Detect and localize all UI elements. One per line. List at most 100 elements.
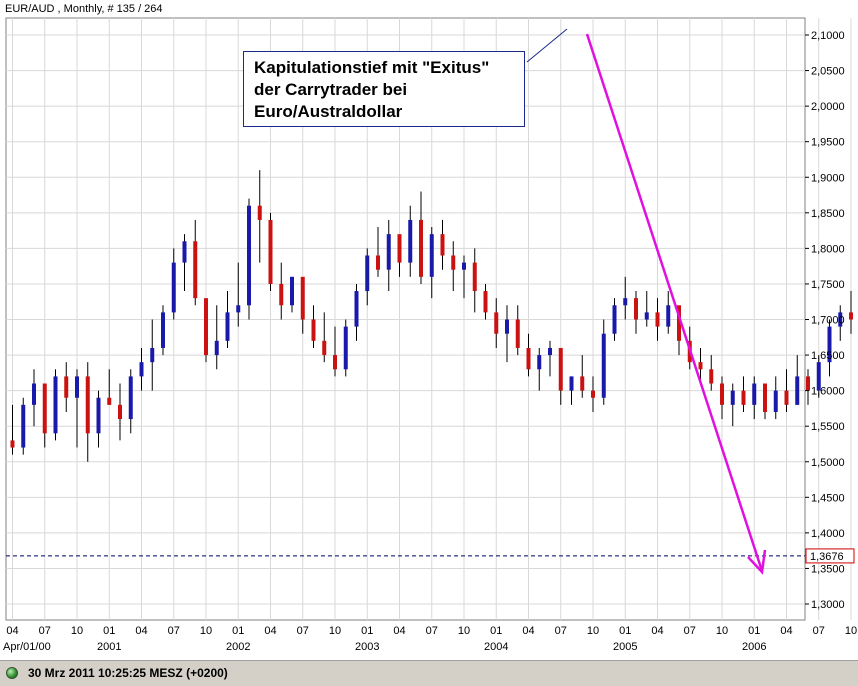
y-tick-label: 1,3000 [811,599,845,611]
candle-up [343,326,348,370]
x-month-label: 07 [168,625,180,637]
candle-down [193,241,198,299]
y-tick-label: 1,8500 [811,208,845,220]
candle-up [408,219,413,263]
candle-down [322,340,327,356]
candle-up [290,276,294,306]
candle-down [526,347,531,370]
candle-up [75,376,79,398]
x-year-label: 2003 [355,641,379,653]
candle-up [21,404,26,448]
candle-up [225,312,230,341]
candle-up [139,362,144,377]
candle-down [849,312,853,320]
x-month-label: 01 [490,625,502,637]
candle-up [548,347,552,356]
chart-window: 1,3676 1,3000 1,3500 1,4000 1,4500 1,5000 1,5… [0,0,858,686]
candle-up [612,305,617,334]
candle-down [42,383,47,434]
candle-down [257,205,262,220]
candle-up [462,262,466,270]
candle-down [634,298,638,320]
y-tick-label: 1,6000 [811,386,845,398]
x-year-label: 2001 [97,641,121,653]
candle-down [580,376,585,391]
candle-down [279,283,284,306]
y-tick-label: 1,7500 [811,279,845,291]
candle-down [311,319,316,341]
candle-up [365,255,370,292]
candle-down [784,390,789,405]
candle-up [623,298,628,306]
candle-up [752,383,757,405]
y-tick-label: 2,0000 [811,101,845,113]
x-month-label: 01 [103,625,115,637]
chart-title: EUR/AUD , Monthly, # 135 / 264 [5,3,163,15]
candle-up [96,397,101,434]
y-tick-label: 1,8000 [811,243,845,255]
x-month-label: 10 [587,625,599,637]
candle-down [419,219,423,277]
x-month-label: 10 [329,625,341,637]
x-month-label: 01 [619,625,631,637]
status-timestamp: 30 Mrz 2011 10:25:25 MESZ (+0200) [28,666,228,680]
y-tick-label: 1,6500 [811,350,845,362]
x-year-label: 2004 [484,641,508,653]
candle-down [558,347,563,391]
x-month-label: 07 [684,625,696,637]
candle-up [32,383,36,405]
x-month-label: 07 [39,625,51,637]
x-month-label: 01 [748,625,760,637]
candle-up [730,390,735,405]
x-month-label: 04 [393,625,405,637]
y-tick-label: 1,5500 [811,421,845,433]
y-tick-label: 1,7000 [811,315,845,327]
candle-up [537,355,542,370]
x-year-label: 2002 [226,641,250,653]
candle-down [440,234,445,256]
candle-up [386,234,391,270]
x-month-label: 07 [297,625,309,637]
candle-down [85,376,90,434]
y-tick-label: 2,0500 [811,66,845,78]
x-month-label: 10 [845,625,857,637]
candle-down [64,376,69,398]
x-month-label: 01 [361,625,373,637]
x-month-label: 04 [135,625,147,637]
candle-up [601,333,606,398]
candle-down [720,383,724,405]
candle-up [505,319,509,334]
x-month-label: 10 [458,625,470,637]
candle-up [236,305,241,313]
candle-down [300,276,305,320]
candle-up [429,234,434,277]
candle-down [451,255,456,270]
x-year-label: 2006 [742,641,766,653]
y-tick-label: 1,4000 [811,528,845,540]
y-tick-label: 1,4500 [811,492,845,504]
y-tick-label: 2,1000 [811,30,845,42]
x-year-label: 2005 [613,641,637,653]
candle-down [515,319,520,348]
y-tick-label: 1,9500 [811,137,845,149]
candle-up [128,376,133,420]
status-bar: 30 Mrz 2011 10:25:25 MESZ (+0200) [0,660,858,686]
annotation-line-3: Euro/Australdollar [254,102,403,121]
candle-down [376,255,380,270]
current-price-label: 1,3676 [810,551,844,563]
x-month-label: 07 [426,625,438,637]
candle-down [268,219,273,284]
annotation-box[interactable]: Kapitulationstief mit "Exitus" der Carry… [243,51,525,127]
candle-down [472,262,477,292]
candle-up [214,340,219,356]
x-month-label: 10 [716,625,728,637]
x-month-label: 04 [264,625,276,637]
y-tick-label: 1,5000 [811,457,845,469]
candle-down [655,312,660,327]
candle-down [591,390,595,398]
x-month-label: 04 [651,625,663,637]
candle-down [397,234,402,263]
candle-up [53,376,58,434]
x-start-label: Apr/01/00 [3,641,51,653]
annotation-line-2: der Carrytrader bei [254,80,408,99]
